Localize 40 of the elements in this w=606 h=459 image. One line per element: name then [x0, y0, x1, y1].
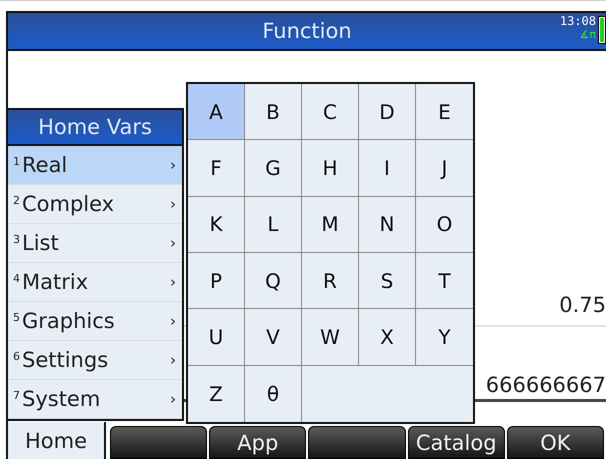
letter-key[interactable]: I — [359, 140, 416, 197]
result-text: 0.75 — [559, 292, 606, 319]
home-tab[interactable]: Home — [8, 422, 106, 459]
letter-key[interactable]: U — [188, 309, 245, 366]
letter-key[interactable]: R — [302, 252, 359, 310]
letter-key[interactable]: E — [416, 84, 473, 140]
result-text: 666666667 — [486, 372, 606, 399]
battery-icon — [598, 16, 606, 44]
letter-key[interactable]: L — [245, 196, 302, 253]
letter-key[interactable]: G — [245, 140, 302, 197]
angle-mode-indicator: ∡π — [580, 28, 596, 41]
letter-key[interactable]: W — [302, 309, 359, 366]
clock: 13:08 — [560, 15, 596, 28]
letter-key[interactable]: Z — [188, 366, 245, 422]
letter-key[interactable]: θ — [245, 366, 302, 422]
letter-key[interactable]: H — [302, 140, 359, 197]
menu-title: Home Vars — [8, 110, 182, 146]
blank-softkey[interactable] — [110, 426, 208, 459]
letter-key[interactable]: Y — [416, 309, 473, 366]
letter-key[interactable]: D — [359, 84, 416, 140]
letter-key[interactable]: F — [188, 140, 245, 197]
softkey-button[interactable]: App — [209, 426, 306, 459]
softkey-button[interactable]: Catalog — [408, 426, 505, 459]
letter-key[interactable]: M — [302, 196, 359, 253]
letter-key[interactable]: S — [359, 252, 416, 310]
letter-key[interactable]: A — [188, 84, 245, 140]
letter-key[interactable]: K — [188, 196, 245, 253]
letter-key[interactable]: Q — [245, 252, 302, 310]
letter-key[interactable]: J — [416, 140, 473, 197]
window-title: Function — [262, 19, 352, 43]
blank-softkey[interactable] — [308, 426, 406, 459]
letter-key[interactable]: T — [416, 252, 473, 310]
softkey-button[interactable]: OK — [506, 426, 604, 459]
letter-key[interactable]: O — [416, 196, 473, 253]
letter-key[interactable]: N — [359, 196, 416, 253]
letter-key[interactable]: V — [245, 309, 302, 366]
letter-key[interactable]: X — [359, 309, 416, 366]
letter-key[interactable]: B — [245, 84, 302, 140]
letter-key[interactable]: C — [302, 84, 359, 140]
letter-key[interactable]: P — [188, 252, 245, 310]
